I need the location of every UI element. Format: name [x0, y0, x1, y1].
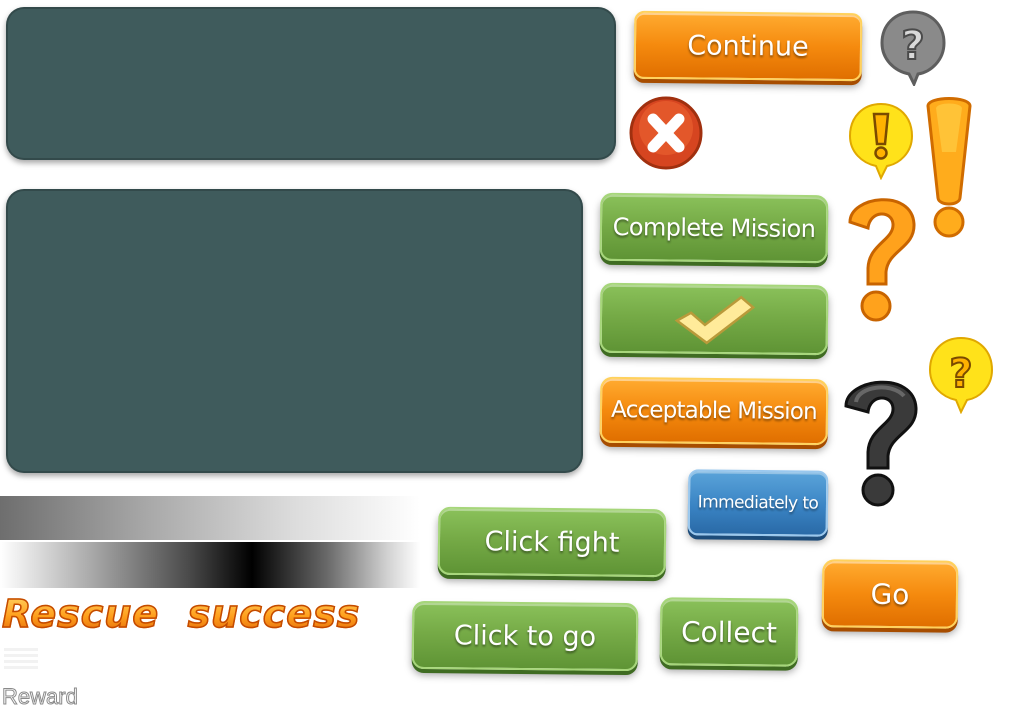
checkmark-icon — [674, 295, 756, 345]
go-label: Go — [870, 577, 910, 611]
click-fight-button[interactable]: Click fight — [437, 506, 667, 578]
complete-mission-button[interactable]: Complete Mission — [599, 192, 829, 264]
click-to-go-button[interactable]: Click to go — [411, 600, 639, 672]
confirm-check-button[interactable] — [599, 282, 829, 356]
ui-sprite-sheet: Continue ? Complete Mission ? Acceptable… — [0, 0, 1024, 714]
dialog-panel-main — [6, 189, 583, 473]
rescue-success-title: Rescue success — [1, 591, 361, 637]
exclamation-bubble-yellow-icon — [846, 100, 916, 181]
immediately-to-button[interactable]: Immediately to — [687, 469, 829, 537]
go-button[interactable]: Go — [821, 559, 959, 629]
collect-button[interactable]: Collect — [659, 597, 799, 667]
acceptable-mission-label: Acceptable Mission — [610, 396, 818, 426]
acceptable-mission-button[interactable]: Acceptable Mission — [599, 376, 829, 446]
reward-label: Reward — [2, 684, 79, 710]
immediately-to-label: Immediately to — [697, 492, 819, 514]
faint-stripe — [4, 648, 38, 670]
question-bubble-yellow-icon: ? — [926, 334, 996, 415]
exclamation-large-orange-icon — [920, 92, 978, 242]
question-large-black-icon — [834, 364, 928, 510]
click-to-go-label: Click to go — [453, 619, 597, 653]
question-bubble-gray-icon[interactable]: ? — [878, 8, 948, 88]
dialog-panel-top — [6, 7, 616, 160]
complete-mission-label: Complete Mission — [612, 212, 816, 244]
continue-button[interactable]: Continue — [633, 10, 863, 82]
collect-label: Collect — [680, 614, 778, 650]
fade-bar-dark — [0, 542, 420, 588]
fade-bar-gray — [0, 496, 420, 540]
click-fight-label: Click fight — [484, 525, 620, 559]
continue-label: Continue — [687, 29, 809, 63]
question-large-orange-icon — [836, 182, 926, 328]
close-x-icon[interactable] — [626, 94, 706, 172]
svg-text:?: ? — [949, 351, 972, 397]
svg-text:?: ? — [901, 23, 924, 69]
